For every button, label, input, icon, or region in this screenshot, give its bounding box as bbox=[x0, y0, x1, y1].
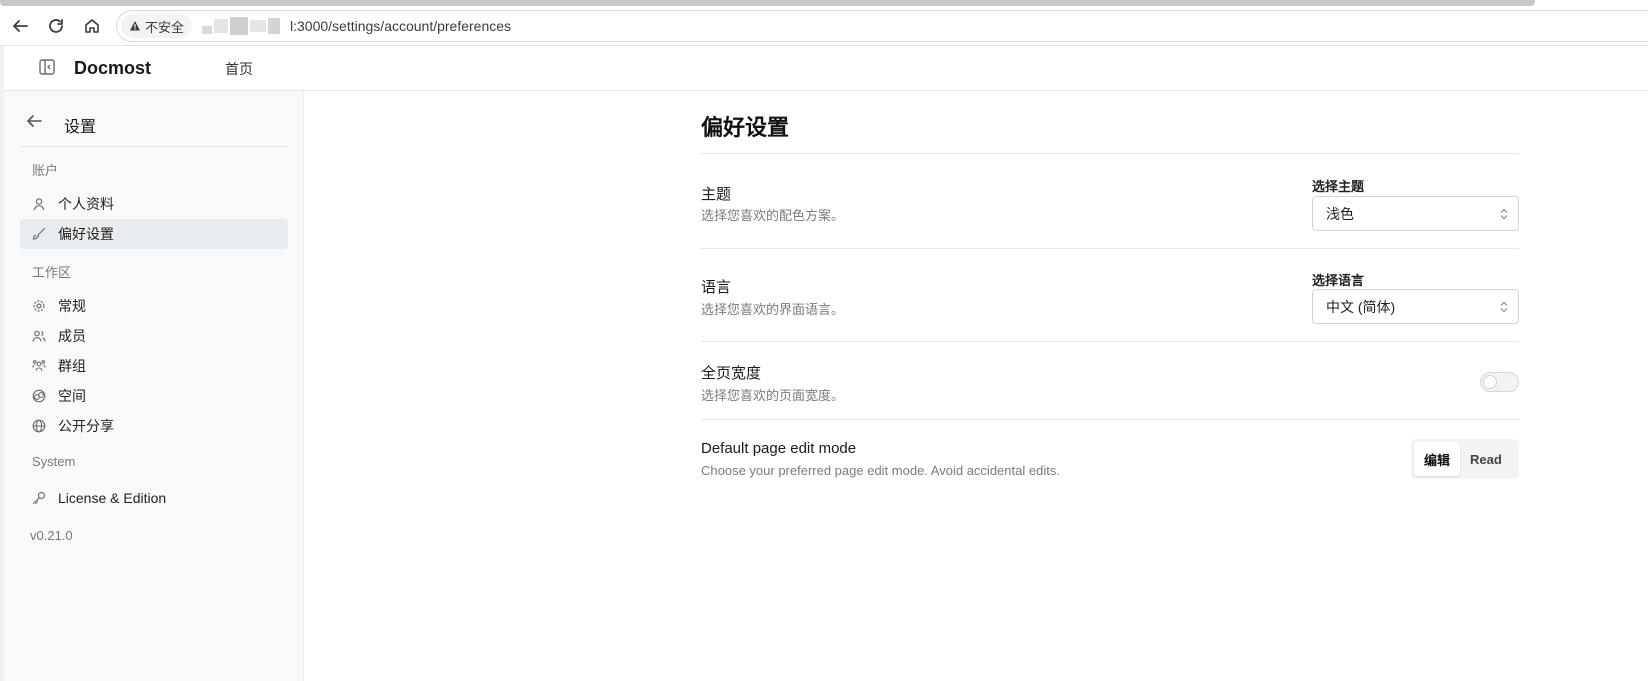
back-arrow-icon[interactable] bbox=[24, 111, 48, 135]
divider bbox=[701, 341, 1519, 342]
edit-mode-label: Default page edit mode bbox=[701, 440, 857, 457]
browser-scrollbar[interactable] bbox=[0, 0, 1535, 6]
divider bbox=[701, 419, 1519, 420]
home-icon[interactable] bbox=[80, 14, 104, 38]
chevron-up-down-icon bbox=[1500, 301, 1508, 313]
section-workspace: 工作区 bbox=[32, 265, 72, 280]
sidebar-item-members[interactable]: 成员 bbox=[20, 321, 288, 351]
language-select[interactable]: 中文 (简体) bbox=[1312, 289, 1519, 324]
app-version: v0.21.0 bbox=[30, 528, 73, 543]
browser-toolbar: 不安全 l:3000/settings/account/preferences bbox=[0, 0, 1648, 46]
sidebar-item-label: 常规 bbox=[58, 298, 86, 314]
sidebar-item-spaces[interactable]: 空间 bbox=[20, 381, 288, 411]
full-width-description: 选择您喜欢的页面宽度。 bbox=[701, 388, 845, 403]
theme-label: 主题 bbox=[701, 186, 732, 203]
full-width-label: 全页宽度 bbox=[701, 365, 762, 382]
language-label: 语言 bbox=[701, 279, 732, 296]
theme-select[interactable]: 浅色 bbox=[1312, 196, 1519, 231]
language-select-value: 中文 (简体) bbox=[1326, 298, 1396, 315]
language-select-label: 选择语言 bbox=[1312, 273, 1365, 288]
sidebar-toggle-icon[interactable] bbox=[38, 58, 56, 76]
sidebar-item-label: 公开分享 bbox=[58, 418, 114, 434]
sidebar-divider bbox=[20, 146, 288, 147]
sidebar-item-public-sharing[interactable]: 公开分享 bbox=[20, 411, 288, 441]
sidebar-item-groups[interactable]: 群组 bbox=[20, 351, 288, 381]
edit-mode-segmented-control: 编辑 Read bbox=[1411, 439, 1519, 479]
theme-select-label: 选择主题 bbox=[1312, 179, 1365, 194]
security-indicator[interactable]: 不安全 bbox=[121, 14, 193, 38]
section-account: 账户 bbox=[32, 163, 59, 178]
back-arrow-icon[interactable] bbox=[8, 14, 32, 38]
edit-mode-description: Choose your preferred page edit mode. Av… bbox=[701, 463, 1060, 478]
users-icon bbox=[32, 329, 46, 343]
url-text: l:3000/settings/account/preferences bbox=[290, 18, 512, 34]
globe-icon bbox=[32, 419, 46, 433]
users-group-icon bbox=[32, 359, 46, 373]
sidebar-title: 设置 bbox=[64, 119, 97, 136]
chevron-up-down-icon bbox=[1500, 208, 1508, 220]
security-label: 不安全 bbox=[145, 19, 185, 35]
sidebar-item-label: License & Edition bbox=[58, 490, 167, 506]
theme-select-value: 浅色 bbox=[1326, 205, 1354, 222]
gear-icon bbox=[32, 299, 46, 313]
page-title: 偏好设置 bbox=[701, 115, 790, 140]
user-icon bbox=[32, 197, 46, 211]
spaces-icon bbox=[32, 389, 46, 403]
sidebar-item-general[interactable]: 常规 bbox=[20, 291, 288, 321]
toggle-knob bbox=[1483, 375, 1497, 389]
full-width-toggle[interactable] bbox=[1480, 372, 1519, 392]
address-bar[interactable]: 不安全 l:3000/settings/account/preferences bbox=[116, 10, 1648, 42]
blurred-hostname bbox=[202, 17, 281, 35]
sidebar-item-label: 偏好设置 bbox=[58, 226, 114, 242]
section-system: System bbox=[32, 454, 76, 469]
home-link[interactable]: 首页 bbox=[225, 59, 253, 79]
warning-icon bbox=[130, 21, 140, 31]
key-icon bbox=[32, 491, 46, 505]
sidebar-item-preferences[interactable]: 偏好设置 bbox=[20, 219, 288, 249]
language-description: 选择您喜欢的界面语言。 bbox=[701, 302, 845, 317]
reload-icon[interactable] bbox=[44, 14, 68, 38]
brush-icon bbox=[32, 227, 46, 241]
edit-mode-option-read[interactable]: Read bbox=[1460, 442, 1512, 476]
sidebar-item-label: 成员 bbox=[58, 328, 86, 344]
sidebar-item-profile[interactable]: 个人资料 bbox=[20, 189, 288, 219]
sidebar-item-label: 空间 bbox=[58, 388, 86, 404]
settings-sidebar: 设置 账户 个人资料 偏好设置 工作区 常规 成员 群组 空间 公开分享 Sys… bbox=[4, 91, 304, 681]
sidebar-item-label: 群组 bbox=[58, 358, 86, 374]
sidebar-item-license[interactable]: License & Edition bbox=[20, 483, 288, 513]
theme-description: 选择您喜欢的配色方案。 bbox=[701, 208, 845, 223]
sidebar-item-label: 个人资料 bbox=[58, 196, 114, 212]
brand-logo[interactable]: Docmost bbox=[74, 58, 151, 79]
divider bbox=[701, 248, 1519, 249]
edit-mode-option-edit[interactable]: 编辑 bbox=[1414, 442, 1461, 476]
divider bbox=[701, 153, 1519, 154]
